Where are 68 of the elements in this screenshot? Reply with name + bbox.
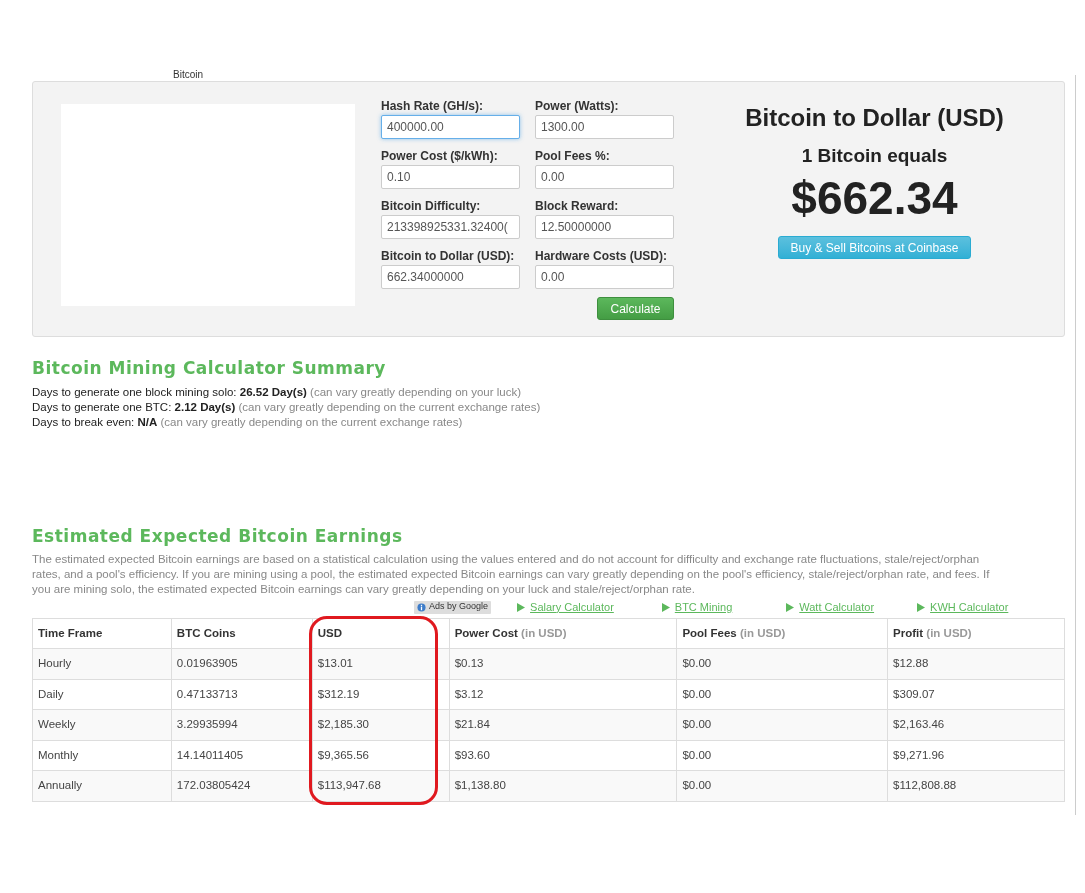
column-header: Power Cost (in USD)	[449, 618, 677, 649]
field-label: Block Reward:	[535, 198, 619, 214]
table-cell: $12.88	[887, 648, 1065, 679]
info-icon	[417, 602, 426, 612]
table-cell: Annually	[32, 770, 172, 801]
earnings-heading: Estimated Expected Bitcoin Earnings	[32, 525, 403, 547]
input-field[interactable]: 1300.00	[535, 115, 674, 139]
table-cell: 0.01963905	[171, 648, 313, 679]
table-cell: 0.47133713	[171, 679, 313, 710]
rate-subtitle: 1 Bitcoin equals	[801, 144, 948, 168]
field-label: Pool Fees %:	[535, 148, 610, 164]
play-icon	[517, 602, 526, 612]
table-cell: $0.00	[676, 709, 888, 740]
summary-line: Days to break even: N/A (can vary greatly depending on the current exchange rates)	[32, 415, 463, 430]
input-field[interactable]: 213398925331.32400(	[381, 215, 520, 239]
summary-line: Days to generate one block mining solo: 26.52 Day(s) (can vary greatly depending on your luck)	[32, 385, 522, 400]
field-label: Power (Watts):	[535, 98, 619, 114]
table-cell: $0.00	[676, 770, 888, 801]
earnings-description: The estimated expected Bitcoin earnings are based on a statistical calculation using the values entered and do not account for difficulty and exchange rate fluctuations, stale/reject/orphan rates, and a pool's efficiency. If you are mining using a pool, the estimated expected Bitcoin earnings can vary greatly depending on the pool's efficiency, stale/reject/orphan rate, and fees. If you are mining solo, the estimated expected Bitcoin earnings can vary greatly depending on your luck and stale/reject/orphan rate.	[32, 552, 991, 597]
column-header: BTC Coins	[171, 618, 313, 649]
table-cell: $1,138.80	[449, 770, 677, 801]
table-cell: $9,365.56	[312, 740, 450, 771]
field-label: Bitcoin to Dollar (USD):	[381, 248, 515, 264]
table-cell: $312.19	[312, 679, 450, 710]
input-field[interactable]: 662.34000000	[381, 265, 520, 289]
table-cell: Daily	[32, 679, 172, 710]
ads-badge[interactable]: Ads by Google	[414, 600, 492, 614]
column-header: Pool Fees (in USD)	[676, 618, 888, 649]
table-cell: 172.03805424	[171, 770, 313, 801]
rate-price: $662.34	[791, 171, 958, 226]
table-cell: $0.13	[449, 648, 677, 679]
table-cell: $0.00	[676, 679, 888, 710]
table-cell: $309.07	[887, 679, 1065, 710]
input-field[interactable]: 400000.00	[381, 115, 520, 139]
field-label: Bitcoin Difficulty:	[381, 198, 481, 214]
cut-off-label: Bitcoin	[173, 69, 203, 81]
table-cell: $2,163.46	[887, 709, 1065, 740]
field-label: Hardware Costs (USD):	[535, 248, 668, 264]
play-icon	[661, 602, 670, 612]
column-header: USD	[312, 618, 450, 649]
summary-line: Days to generate one BTC: 2.12 Day(s) (can vary greatly depending on the current exchange rates)	[32, 400, 541, 415]
table-cell: $21.84	[449, 709, 677, 740]
table-cell: Hourly	[32, 648, 172, 679]
table-cell: Monthly	[32, 740, 172, 771]
column-header: Profit (in USD)	[887, 618, 1065, 649]
table-cell: $13.01	[312, 648, 450, 679]
table-cell: 14.14011405	[171, 740, 313, 771]
field-label: Hash Rate (GH/s):	[381, 98, 484, 114]
table-cell: $93.60	[449, 740, 677, 771]
input-field[interactable]: 0.00	[535, 165, 674, 189]
column-header: Time Frame	[32, 618, 172, 649]
input-field[interactable]: 0.00	[535, 265, 674, 289]
table-cell: $9,271.96	[887, 740, 1065, 771]
play-icon	[786, 602, 795, 612]
summary-heading: Bitcoin Mining Calculator Summary	[32, 357, 386, 379]
table-cell: Weekly	[32, 709, 172, 740]
play-icon	[917, 602, 926, 612]
table-cell: $2,185.30	[312, 709, 450, 740]
table-cell: $3.12	[449, 679, 677, 710]
input-field[interactable]: 12.50000000	[535, 215, 674, 239]
rate-title: Bitcoin to Dollar (USD)	[745, 103, 1004, 133]
table-cell: 3.29935994	[171, 709, 313, 740]
table-cell: $112,808.88	[887, 770, 1065, 801]
input-field[interactable]: 0.10	[381, 165, 520, 189]
field-label: Power Cost ($/kWh):	[381, 148, 498, 164]
table-cell: $113,947.68	[312, 770, 450, 801]
table-cell: $0.00	[676, 648, 888, 679]
table-cell: $0.00	[676, 740, 888, 771]
